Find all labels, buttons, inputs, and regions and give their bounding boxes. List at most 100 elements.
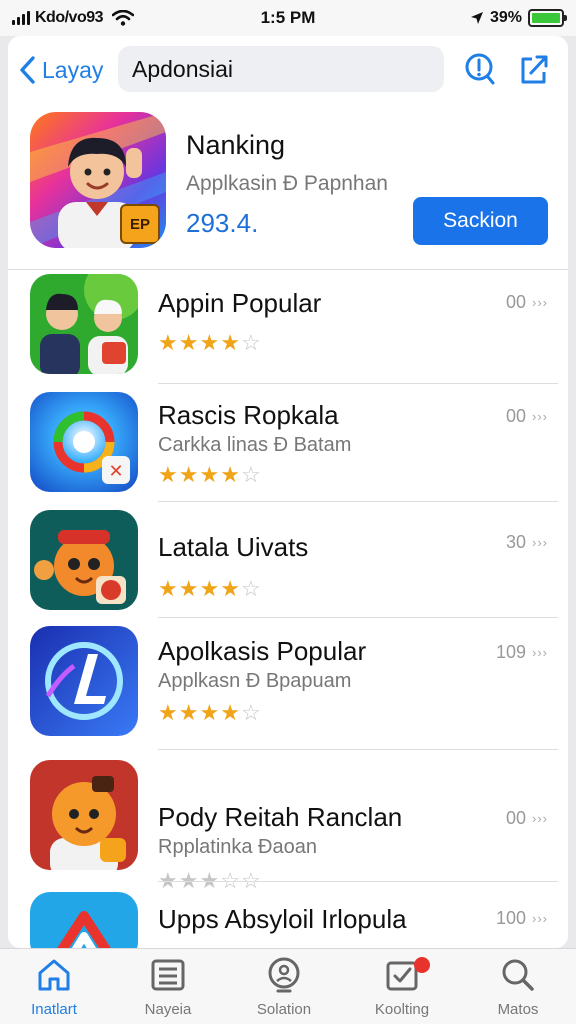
- app-subtitle: Applkasn Ð Bpapuam: [158, 670, 352, 692]
- rating-count-value: 00: [505, 292, 526, 312]
- rating-count-value: 109: [495, 642, 526, 662]
- app-subtitle: Carkka linas Ð Batam: [158, 434, 352, 456]
- chevron-dots-icon: ›››: [532, 645, 548, 660]
- star-icon: ★: [220, 330, 241, 355]
- app-icon: [30, 892, 138, 948]
- star-icon: ★: [178, 576, 200, 601]
- location-arrow-icon: [470, 12, 483, 24]
- tab-home[interactable]: Inatlart: [4, 955, 104, 1021]
- app-icon: [30, 274, 138, 374]
- tab-updates[interactable]: Koolting: [352, 955, 452, 1021]
- app-icon: [30, 760, 138, 870]
- search-field[interactable]: Apdonsiai: [118, 46, 444, 92]
- app-icon: [30, 510, 138, 610]
- app-icon: [30, 626, 138, 736]
- star-icon: ★: [158, 700, 179, 725]
- star-icon: ★: [220, 576, 241, 601]
- tab-list[interactable]: Nayeia: [118, 955, 218, 1021]
- rating-count: 00 ›››: [506, 808, 548, 829]
- app-title: Appin Popular: [158, 288, 322, 318]
- list-item[interactable]: Latala Uivats ★★★★☆ 30 ›››: [8, 502, 568, 618]
- list-item[interactable]: Upps Absyloil Irlopula 100 ›››: [8, 882, 568, 948]
- app-subtitle: Rpplatinka Ðaoan: [158, 836, 317, 858]
- rating-count: 100 ›››: [496, 908, 548, 929]
- star-icon: ★: [178, 700, 200, 725]
- list-item[interactable]: Apolkasis Popular Applkasn Ð Bpapuam ★★★…: [8, 618, 568, 750]
- status-right: 39%: [470, 8, 567, 28]
- share-icon[interactable]: [518, 52, 550, 86]
- rating-count-value: 30: [505, 532, 526, 552]
- featured-app[interactable]: EP Nanking Applkasin Ð Papnhan 293.4. Sa…: [8, 106, 568, 270]
- battery-level: [532, 13, 560, 23]
- app-list-card: Layay Apdonsiai EP Nanking Applkasin Ð P…: [8, 36, 568, 948]
- app-title: Apolkasis Popular: [158, 636, 367, 666]
- tab-label: Solation: [256, 1001, 312, 1018]
- back-button[interactable]: Layay: [18, 54, 103, 86]
- rating-stars: ★★★★☆: [158, 702, 262, 724]
- list-item[interactable]: ✕ Rascis Ropkala Carkka linas Ð Batam ★★…: [8, 384, 568, 502]
- tab-solation[interactable]: Solation: [234, 955, 334, 1021]
- svg-text:✕: ✕: [108, 461, 123, 482]
- featured-app-price: 293.4.: [186, 208, 259, 238]
- chevron-dots-icon: ›››: [532, 911, 548, 926]
- rating-count-value: 00: [505, 406, 526, 426]
- app-title: Rascis Ropkala: [158, 400, 339, 430]
- tab-search[interactable]: Matos: [468, 955, 568, 1021]
- star-icon: ☆: [240, 330, 262, 355]
- star-icon: ★: [158, 462, 179, 487]
- back-label: Layay: [42, 56, 104, 83]
- rating-count-value: 00: [505, 808, 526, 828]
- rating-count-value: 100: [495, 908, 526, 928]
- battery-percent: 39%: [489, 9, 522, 26]
- featured-app-icon: EP: [30, 112, 166, 248]
- rating-count: 30 ›››: [506, 532, 548, 553]
- tab-bar: Inatlart Nayeia Solation Koolting Matos: [0, 948, 576, 1024]
- app-icon: ✕: [30, 392, 138, 492]
- tab-label: Koolting: [374, 1001, 430, 1018]
- app-title: Upps Absyloil Irlopula: [158, 904, 407, 934]
- search-icon: [502, 959, 534, 991]
- app-title: Latala Uivats: [158, 532, 309, 562]
- notification-badge-icon: [414, 957, 430, 973]
- home-icon: [38, 959, 70, 991]
- status-bar: Kdo/vo93 1:5 PM 39%: [0, 0, 576, 36]
- app-title: Pody Reitah Ranclan: [158, 802, 403, 832]
- star-icon: ☆: [240, 700, 262, 725]
- chevron-dots-icon: ›››: [532, 409, 548, 424]
- battery-icon: [528, 9, 567, 27]
- chevron-dots-icon: ›››: [532, 535, 548, 550]
- rating-count: 00 ›››: [506, 406, 548, 427]
- star-icon: ★: [199, 330, 221, 355]
- star-icon: ☆: [240, 576, 262, 601]
- rating-stars: ★★★★☆: [158, 578, 262, 600]
- tab-label: Inatlart: [31, 1001, 77, 1018]
- tab-label: Nayeia: [144, 1001, 192, 1018]
- star-icon: ★: [178, 330, 200, 355]
- info-icon[interactable]: [464, 52, 496, 86]
- star-icon: ★: [199, 576, 221, 601]
- chevron-dots-icon: ›››: [532, 295, 548, 310]
- rating-count: 00 ›››: [506, 292, 548, 313]
- rating-stars: ★★★★☆: [158, 464, 262, 486]
- star-icon: ☆: [240, 462, 262, 487]
- featured-app-subtitle: Applkasin Ð Papnhan: [186, 172, 388, 195]
- list-item[interactable]: Appin Popular ★★★★☆ 00 ›››: [8, 270, 568, 384]
- chevron-left-icon: [20, 56, 35, 84]
- tab-label: Matos: [497, 1001, 539, 1018]
- search-value: Apdonsiai: [132, 55, 234, 82]
- get-button[interactable]: Sackion: [413, 197, 548, 245]
- star-icon: ★: [199, 462, 221, 487]
- list-item[interactable]: Pody Reitah Ranclan Rpplatinka Ðaoan ★★★…: [8, 750, 568, 892]
- list-icon: [151, 959, 185, 991]
- star-icon: ★: [158, 576, 179, 601]
- featured-app-title: Nanking: [186, 130, 286, 160]
- search-person-icon: [268, 957, 300, 993]
- star-icon: ★: [199, 700, 221, 725]
- star-icon: ★: [220, 700, 241, 725]
- star-icon: ★: [178, 462, 200, 487]
- rating-count: 109 ›››: [496, 642, 548, 663]
- star-icon: ★: [220, 462, 241, 487]
- star-icon: ★: [158, 330, 179, 355]
- featured-icon-badge: EP: [120, 204, 160, 244]
- rating-stars: ★★★★☆: [158, 332, 262, 354]
